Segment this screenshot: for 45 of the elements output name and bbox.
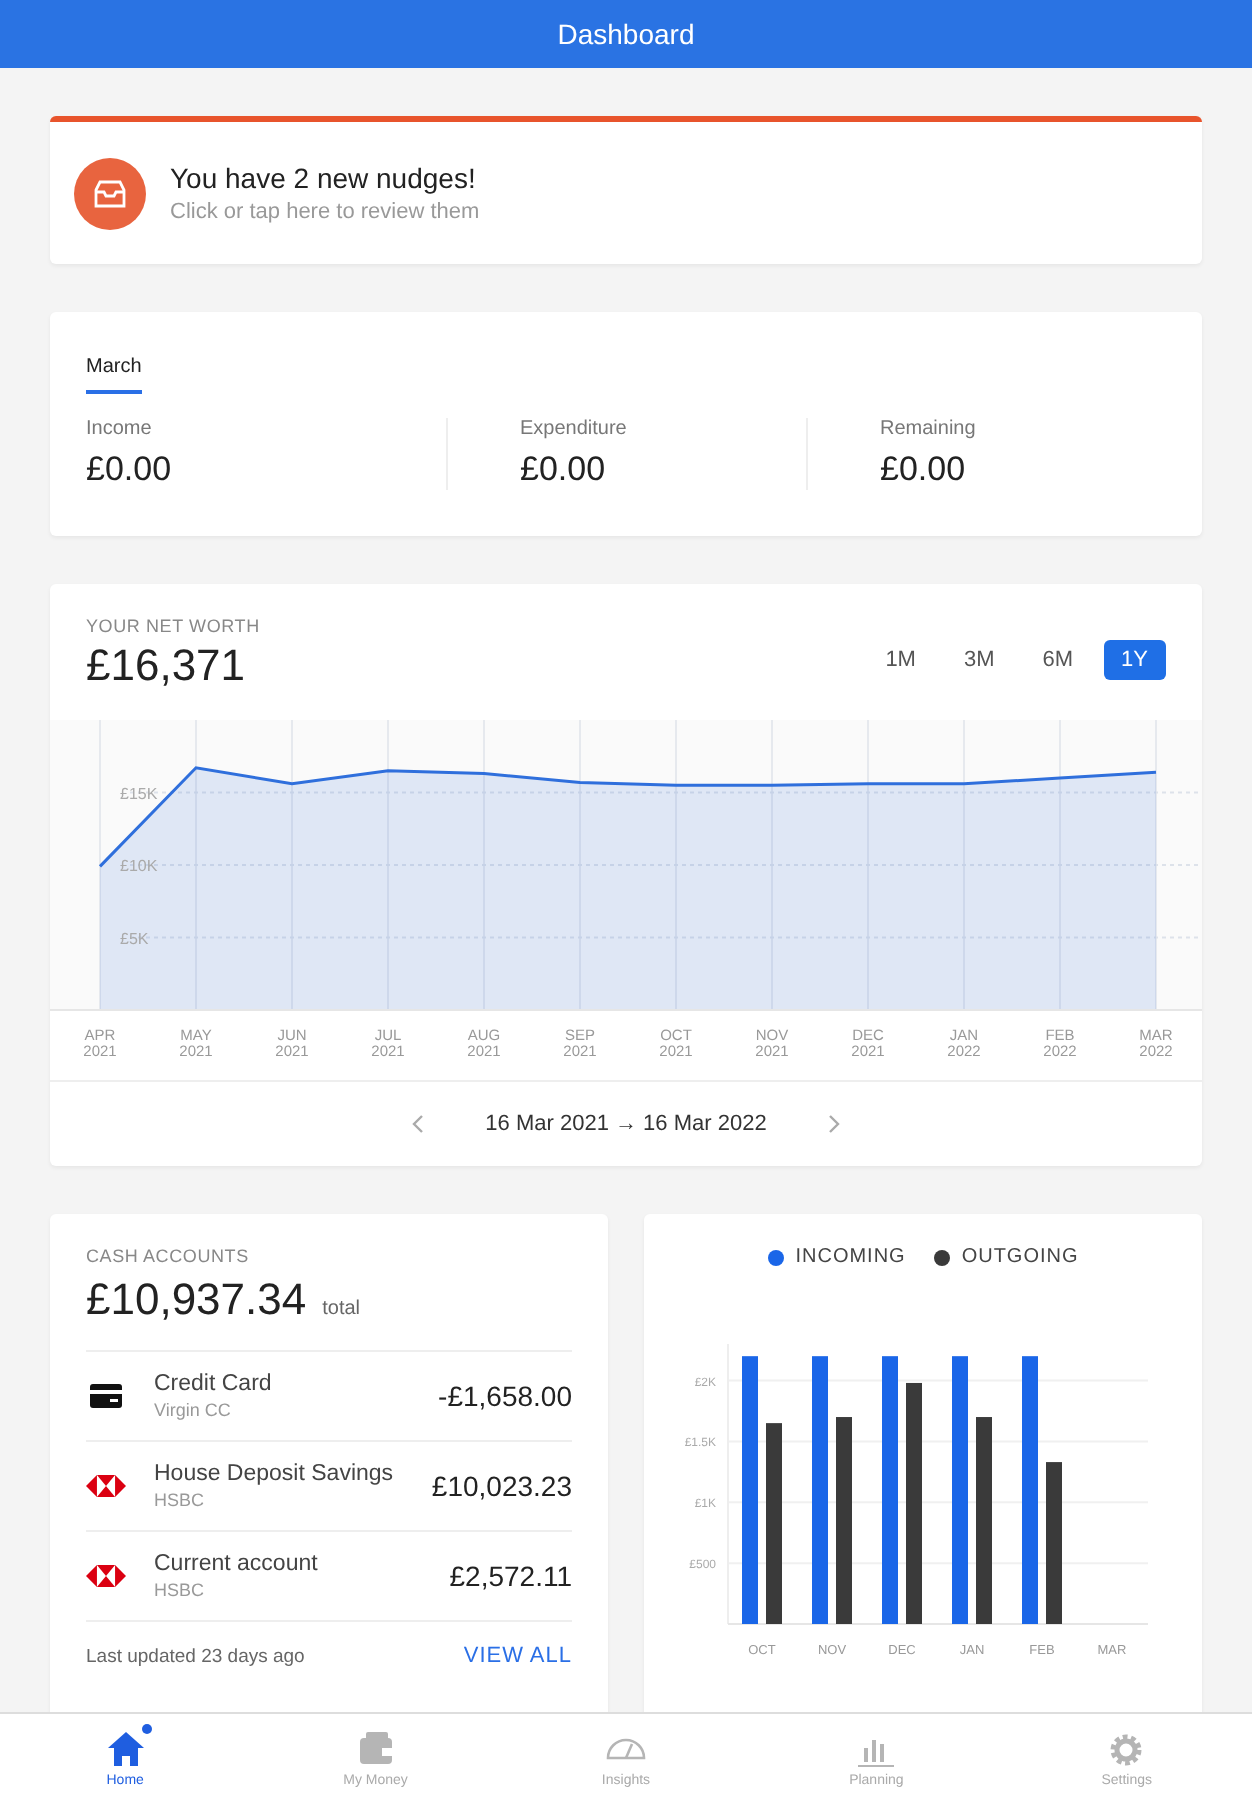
view-all-link[interactable]: VIEW ALL [463,1644,572,1668]
date-range: 16 Mar 2021 → 16 Mar 2022 [485,1112,767,1136]
account-balance: -£1,658.00 [438,1380,572,1412]
credit-card-icon [90,1384,122,1408]
stat-value: £0.00 [520,450,608,490]
net-worth-value: £16,371 [86,640,248,692]
stat-value: £0.00 [86,450,174,490]
account-balance: £2,572.11 [449,1560,572,1592]
gauge-icon [603,1737,648,1759]
stat-label: Remaining [880,418,978,440]
nudge-banner[interactable]: You have 2 new nudges! Click or tap here to review them [50,116,1202,264]
hexagon-logo-icon [86,1474,126,1498]
nudge-title: You have 2 new nudges! [170,162,478,194]
range-button[interactable]: 3M [945,640,1013,680]
cash-total: £10,937.34 [86,1274,307,1326]
account-provider: HSBC [154,1490,207,1510]
account-balance: £10,023.23 [431,1470,572,1502]
account-name: Current account [154,1552,320,1576]
window-title: Dashboard [557,18,695,50]
month-tab[interactable]: March [86,348,142,394]
account-name: Credit Card [154,1372,274,1396]
chevron-left-icon[interactable] [409,1114,426,1134]
total-label: total [322,1298,361,1320]
last-updated: Last updated 23 days ago [86,1645,305,1667]
axis-label: £5K [120,929,149,948]
hexagon-logo-icon [86,1564,126,1588]
stat-label: Expenditure [520,418,629,440]
axis-label: £10K [120,857,158,875]
axis-label: £15K [120,784,158,803]
account-name: House Deposit Savings [154,1462,396,1486]
range-button[interactable]: 1Y [1103,640,1166,680]
stat-value: £0.00 [880,450,968,490]
range-button[interactable]: 1M [867,640,934,680]
cash-accounts-label: CASH ACCOUNTS [86,1246,251,1266]
range-button[interactable]: 6M [1024,640,1092,680]
stat-label: Income [86,418,154,440]
account-provider: HSBC [154,1580,207,1600]
net-worth-label: YOUR NET WORTH [86,616,260,636]
home-icon [103,1727,148,1767]
chevron-right-icon[interactable] [826,1114,843,1134]
inbox-badge-icon [74,157,146,229]
account-provider: Virgin CC [154,1400,233,1420]
nudge-subtitle: Click or tap here to review them [170,200,480,224]
legend-label: OUTGOING [961,1246,1079,1268]
legend-label: INCOMING [795,1246,906,1268]
